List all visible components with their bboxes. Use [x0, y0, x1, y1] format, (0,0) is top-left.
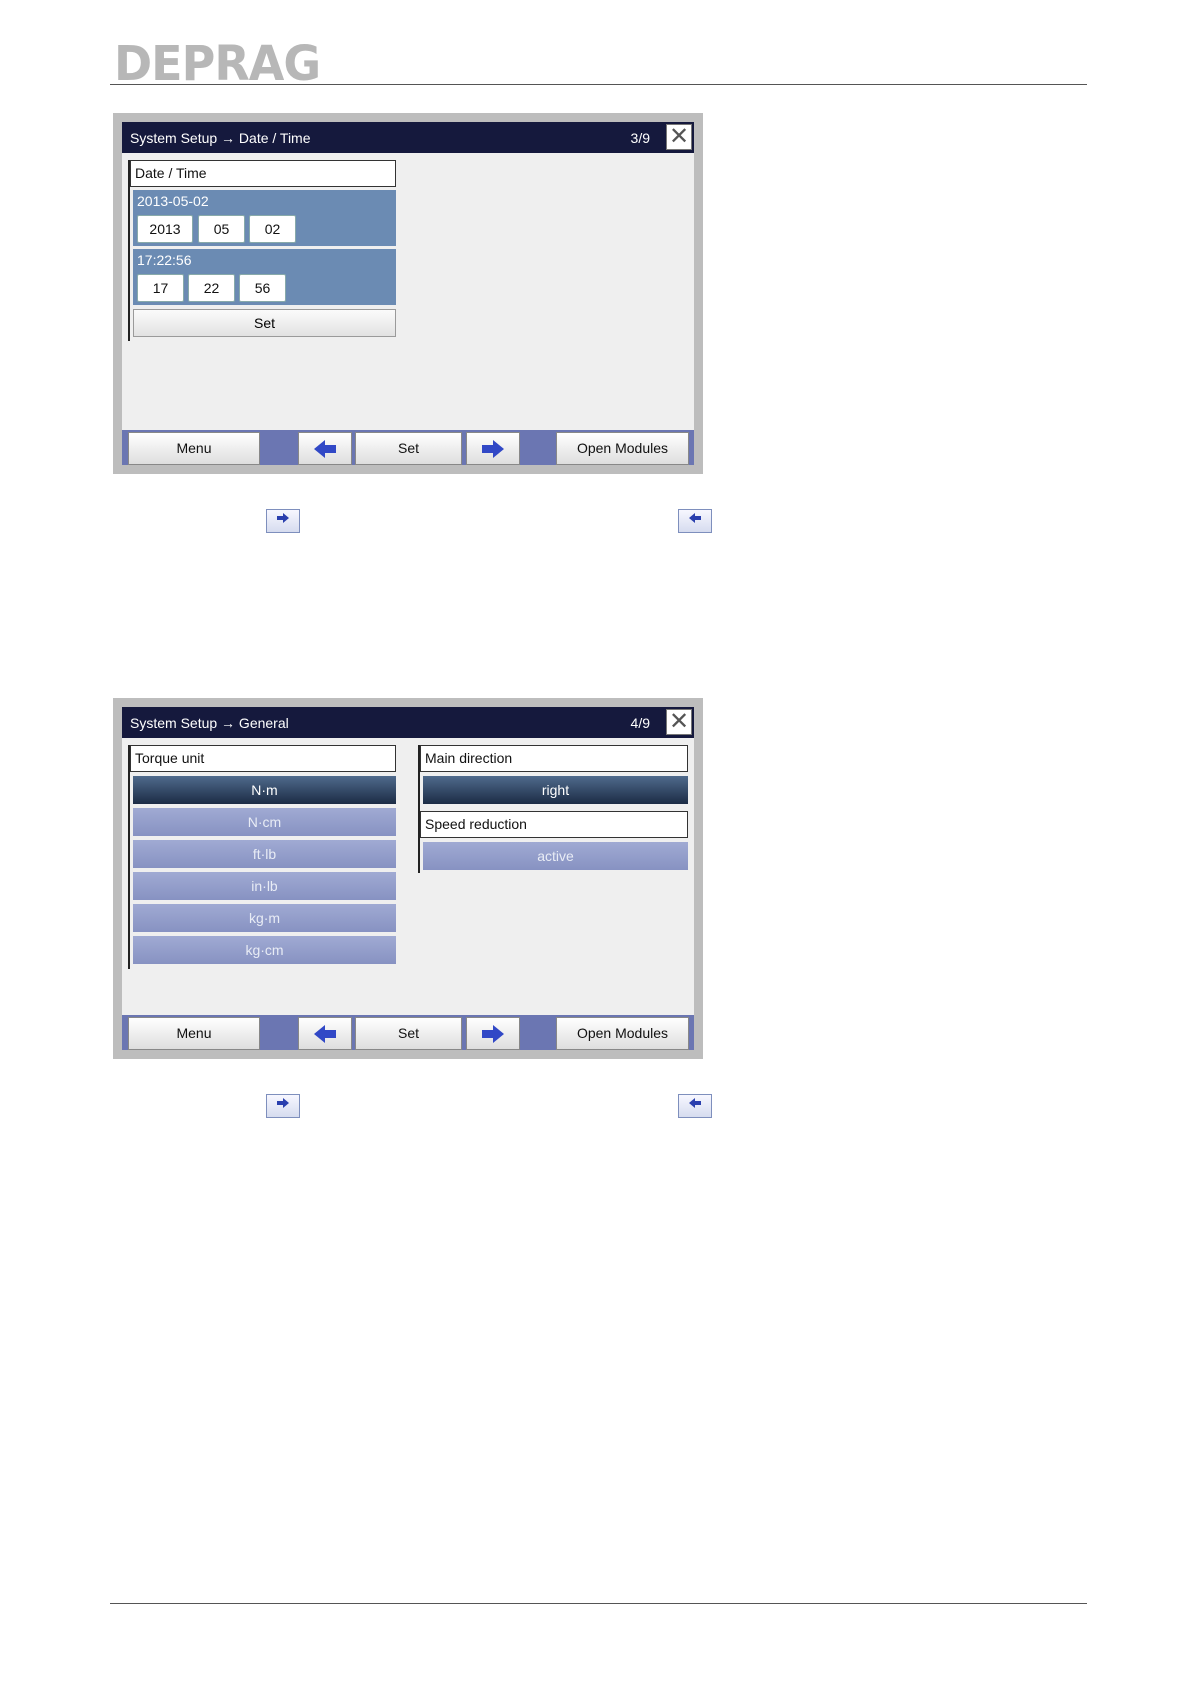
prev-button[interactable]: [298, 432, 352, 465]
bottom-toolbar: Menu Set Open Modules: [122, 1015, 694, 1050]
prev-button[interactable]: [298, 1017, 352, 1050]
arrow-right-icon: [482, 1025, 504, 1044]
page-indicator: 4/9: [630, 715, 650, 731]
year-field[interactable]: 2013: [137, 215, 193, 243]
close-icon[interactable]: ✕: [666, 709, 692, 735]
open-modules-button[interactable]: Open Modules: [556, 432, 689, 465]
direction-right-button[interactable]: right: [423, 776, 688, 804]
prev-page-button[interactable]: [678, 1094, 712, 1118]
next-button[interactable]: [466, 432, 520, 465]
direction-speed-section: Main direction right Speed reduction act…: [418, 745, 688, 873]
screen-title: System Setup → Date / Time: [130, 130, 311, 146]
time-group: 17:22:56 17 22 56: [133, 249, 396, 305]
main-direction-title: Main direction: [420, 745, 688, 772]
arrow-left-icon: [689, 1098, 701, 1108]
next-button[interactable]: [466, 1017, 520, 1050]
speed-reduction-title: Speed reduction: [420, 811, 688, 838]
set-date-time-button[interactable]: Set: [133, 309, 396, 337]
menu-button[interactable]: Menu: [128, 432, 260, 465]
torque-option-kgm[interactable]: kg·m: [133, 904, 396, 932]
date-time-section: Date / Time 2013-05-02 2013 05 02 17:22:…: [128, 160, 396, 341]
footer-divider: [110, 1603, 1087, 1604]
torque-option-kgcm[interactable]: kg·cm: [133, 936, 396, 964]
arrow-left-icon: [689, 513, 701, 523]
menu-button[interactable]: Menu: [128, 1017, 260, 1050]
screen-title: System Setup → General: [130, 715, 289, 731]
open-modules-button[interactable]: Open Modules: [556, 1017, 689, 1050]
arrow-left-icon: [314, 1025, 336, 1044]
set-button[interactable]: Set: [355, 1017, 462, 1050]
title-bar: System Setup → General 4/9 ✕: [122, 707, 694, 738]
arrow-right-icon: [277, 1098, 289, 1108]
arrow-right-icon: [482, 440, 504, 459]
time-label: 17:22:56: [137, 252, 192, 268]
date-label: 2013-05-02: [137, 193, 209, 209]
arrow-right-icon: [277, 513, 289, 523]
speed-reduction-active-button[interactable]: active: [423, 842, 688, 870]
title-bar: System Setup → Date / Time 3/9 ✕: [122, 122, 694, 153]
torque-option-ncm[interactable]: N·cm: [133, 808, 396, 836]
next-page-button[interactable]: [266, 1094, 300, 1118]
day-field[interactable]: 02: [249, 215, 296, 243]
prev-page-button[interactable]: [678, 509, 712, 533]
torque-option-inlb[interactable]: in·lb: [133, 872, 396, 900]
arrow-left-icon: [314, 440, 336, 459]
torque-unit-title: Torque unit: [130, 745, 396, 772]
screen-date-time: System Setup → Date / Time 3/9 ✕ Date / …: [113, 113, 703, 474]
deprag-logo: DEPRAG: [114, 34, 321, 92]
month-field[interactable]: 05: [198, 215, 245, 243]
date-group: 2013-05-02 2013 05 02: [133, 190, 396, 246]
header-divider: [110, 84, 1087, 85]
set-button[interactable]: Set: [355, 432, 462, 465]
screen-general: System Setup → General 4/9 ✕ Torque unit…: [113, 698, 703, 1059]
screen-panel: System Setup → General 4/9 ✕ Torque unit…: [122, 707, 694, 1050]
torque-unit-section: Torque unit N·m N·cm ft·lb in·lb kg·m kg…: [128, 745, 396, 969]
torque-option-ftlb[interactable]: ft·lb: [133, 840, 396, 868]
section-title: Date / Time: [130, 160, 396, 187]
page-indicator: 3/9: [630, 130, 650, 146]
hour-field[interactable]: 17: [137, 274, 184, 302]
close-icon[interactable]: ✕: [666, 124, 692, 150]
torque-option-nm[interactable]: N·m: [133, 776, 396, 804]
next-page-button[interactable]: [266, 509, 300, 533]
screen-panel: System Setup → Date / Time 3/9 ✕ Date / …: [122, 122, 694, 465]
bottom-toolbar: Menu Set Open Modules: [122, 430, 694, 465]
second-field[interactable]: 56: [239, 274, 286, 302]
minute-field[interactable]: 22: [188, 274, 235, 302]
